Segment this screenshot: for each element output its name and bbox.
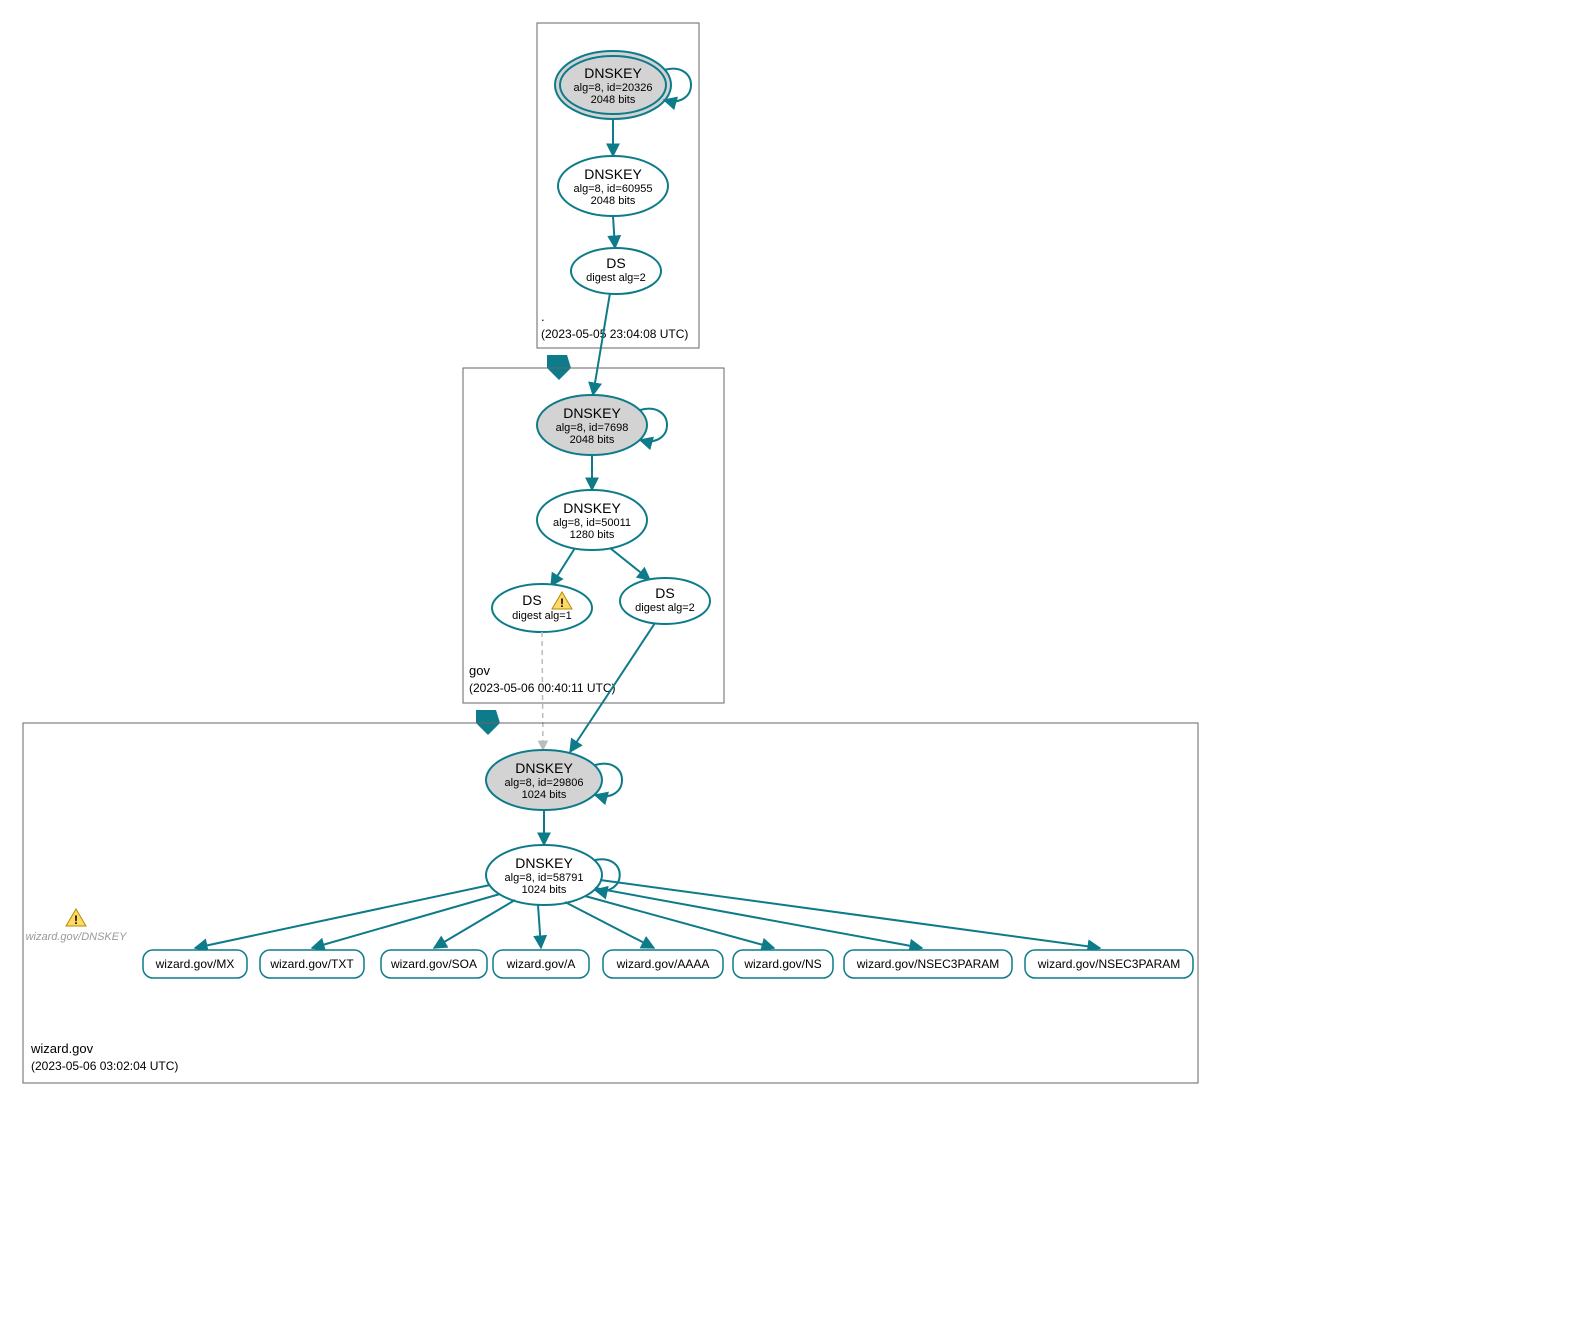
svg-text:alg=8, id=58791: alg=8, id=58791 — [505, 872, 584, 884]
svg-text:2048 bits: 2048 bits — [591, 195, 636, 207]
svg-text:alg=8, id=29806: alg=8, id=29806 — [505, 777, 584, 789]
record-node: wizard.gov/MX — [143, 950, 247, 978]
svg-text:wizard.gov/DNSKEY: wizard.gov/DNSKEY — [26, 931, 128, 943]
edge-gov-zsk-ds1 — [551, 548, 575, 586]
gov-ds2-node: DS digest alg=2 — [620, 578, 710, 624]
record-label: wizard.gov/A — [506, 957, 576, 971]
dnssec-diagram: ! . (2023-05-05 23:04:08 UTC) DNSKEY alg… — [10, 10, 1595, 1309]
svg-text:1024 bits: 1024 bits — [522, 789, 567, 801]
edge-rec-7 — [600, 880, 1100, 948]
record-node: wizard.gov/AAAA — [603, 950, 723, 978]
gov-ksk-node: DNSKEY alg=8, id=7698 2048 bits — [537, 395, 647, 455]
svg-text:alg=8, id=20326: alg=8, id=20326 — [574, 82, 653, 94]
edge-root-ds-gov-ksk — [593, 293, 610, 395]
svg-text:alg=8, id=50011: alg=8, id=50011 — [553, 517, 631, 529]
record-label: wizard.gov/AAAA — [616, 957, 710, 971]
record-node: wizard.gov/TXT — [260, 950, 364, 978]
record-node: wizard.gov/A — [493, 950, 589, 978]
edge-rec-3 — [538, 905, 541, 948]
record-node: wizard.gov/NS — [733, 950, 833, 978]
svg-text:2048 bits: 2048 bits — [570, 434, 615, 446]
wizard-dnskey-warning: wizard.gov/DNSKEY — [26, 909, 128, 943]
svg-text:digest alg=2: digest alg=2 — [586, 272, 646, 284]
root-ksk-node: DNSKEY alg=8, id=20326 2048 bits — [555, 51, 671, 119]
svg-text:1280 bits: 1280 bits — [570, 529, 615, 541]
record-label: wizard.gov/MX — [155, 957, 235, 971]
record-label: wizard.gov/NS — [743, 957, 821, 971]
record-node: wizard.gov/NSEC3PARAM — [1025, 950, 1193, 978]
record-label: wizard.gov/NSEC3PARAM — [1037, 957, 1181, 971]
svg-text:DNSKEY: DNSKEY — [563, 405, 621, 421]
root-ds-node: DS digest alg=2 — [571, 248, 661, 294]
svg-text:1024 bits: 1024 bits — [522, 884, 567, 896]
svg-text:DNSKEY: DNSKEY — [515, 855, 573, 871]
edge-rec-2 — [434, 900, 515, 948]
svg-text:DS: DS — [606, 255, 625, 271]
root-zone-timestamp: (2023-05-05 23:04:08 UTC) — [541, 327, 688, 341]
wizard-zone-timestamp: (2023-05-06 03:02:04 UTC) — [31, 1059, 178, 1073]
gov-zone-label: gov — [469, 663, 490, 678]
svg-text:DS: DS — [655, 585, 674, 601]
svg-text:digest alg=1: digest alg=1 — [512, 610, 572, 622]
wizard-ksk-node: DNSKEY alg=8, id=29806 1024 bits — [486, 750, 602, 810]
wizard-zsk-node: DNSKEY alg=8, id=58791 1024 bits — [486, 845, 602, 905]
wizard-zone-label: wizard.gov — [30, 1041, 94, 1056]
record-label: wizard.gov/NSEC3PARAM — [856, 957, 1000, 971]
svg-text:alg=8, id=60955: alg=8, id=60955 — [574, 183, 653, 195]
record-node: wizard.gov/NSEC3PARAM — [844, 950, 1012, 978]
record-row: wizard.gov/MX wizard.gov/TXT wizard.gov/SO… — [143, 950, 1193, 978]
svg-text:alg=8, id=7698: alg=8, id=7698 — [556, 422, 629, 434]
record-label: wizard.gov/SOA — [390, 957, 477, 971]
edge-gov-zsk-ds2 — [610, 548, 650, 580]
svg-text:DS: DS — [522, 592, 541, 608]
edge-rec-4 — [565, 902, 654, 948]
svg-text:DNSKEY: DNSKEY — [584, 65, 642, 81]
record-node: wizard.gov/SOA — [381, 950, 487, 978]
gov-ds1-node: DS digest alg=1 — [492, 584, 592, 632]
svg-text:DNSKEY: DNSKEY — [584, 166, 642, 182]
gov-zsk-node: DNSKEY alg=8, id=50011 1280 bits — [537, 490, 647, 550]
edge-root-zsk-ds — [613, 216, 615, 248]
root-zsk-node: DNSKEY alg=8, id=60955 2048 bits — [558, 156, 668, 216]
svg-text:DNSKEY: DNSKEY — [515, 760, 573, 776]
svg-text:2048 bits: 2048 bits — [591, 94, 636, 106]
root-zone-label: . — [541, 309, 545, 324]
svg-text:DNSKEY: DNSKEY — [563, 500, 621, 516]
record-label: wizard.gov/TXT — [269, 957, 354, 971]
svg-text:digest alg=2: digest alg=2 — [635, 602, 695, 614]
